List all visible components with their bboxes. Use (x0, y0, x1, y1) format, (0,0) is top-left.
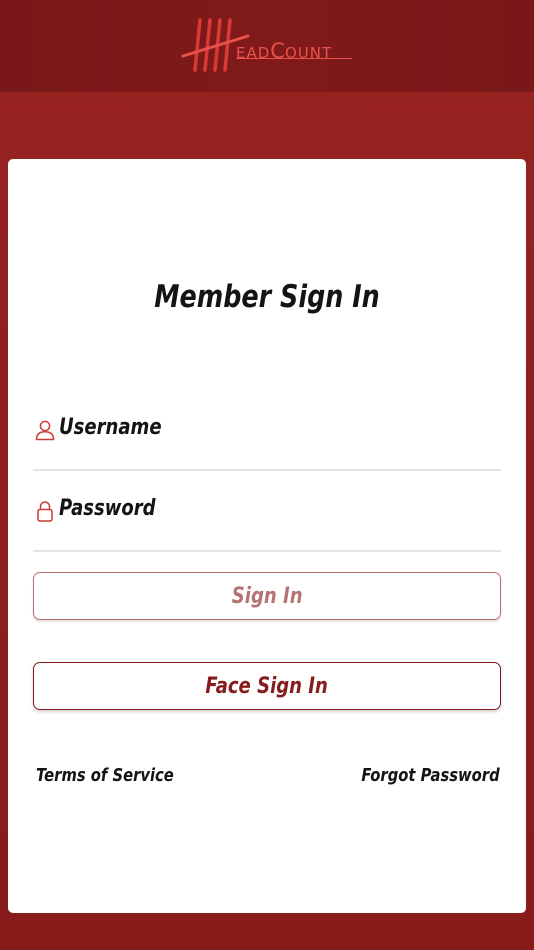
terms-of-service-link[interactable]: Terms of Service (36, 765, 174, 786)
sign-in-button[interactable]: Sign In (33, 572, 501, 620)
sign-in-button-label: Sign In (231, 583, 303, 609)
face-sign-in-button-label: Face Sign In (205, 673, 329, 699)
logo-wordmark-initial-c: C (270, 39, 285, 63)
headcount-logo: HEADCOUNT (180, 14, 356, 76)
logo-wordmark-ount: OUNT (284, 44, 333, 62)
logo-wordmark-ead: EAD (236, 44, 271, 62)
username-label: Username (59, 415, 162, 440)
user-icon (35, 420, 55, 441)
password-label: Password (59, 496, 156, 521)
forgot-password-link[interactable]: Forgot Password (362, 765, 500, 786)
sign-in-card: Member Sign In Username Password Sign In… (8, 159, 526, 913)
logo-underline (236, 58, 352, 59)
face-sign-in-button[interactable]: Face Sign In (33, 662, 501, 710)
app-header: HEADCOUNT (0, 0, 534, 92)
password-field[interactable]: Password (33, 490, 501, 552)
username-field[interactable]: Username (33, 409, 501, 471)
lock-icon (37, 501, 53, 522)
logo-wordmark: HEADCOUNT (236, 39, 332, 63)
page-title: Member Sign In (154, 279, 380, 315)
